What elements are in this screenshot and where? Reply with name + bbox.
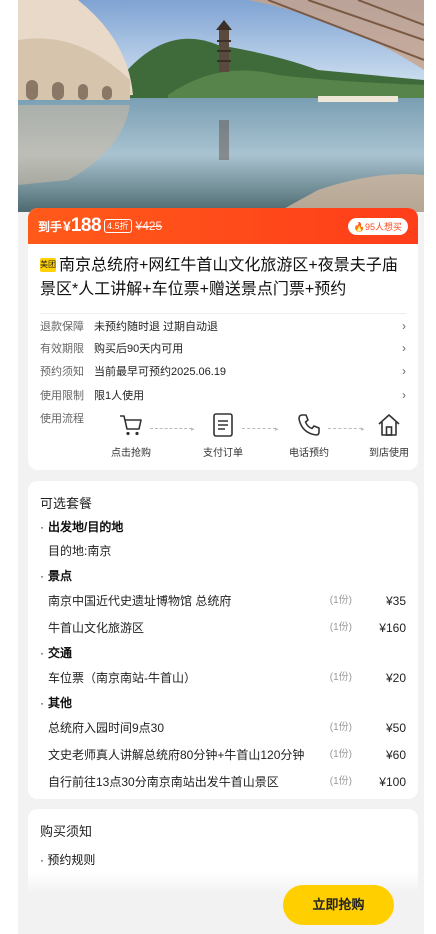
notice-title: 购买须知 [40,824,93,839]
order-icon [213,413,233,437]
group-name: 其他 [48,696,73,710]
meituan-tag: 美团 [40,258,56,272]
chevron-right-icon: › [402,388,406,402]
product-title: 南京总统府+网红牛首山文化旅游区+夜景夫子庙景区*人工讲解+车位票+赠送景点门票… [40,257,398,298]
divider [40,313,406,314]
item-price: ¥160 [379,621,406,635]
package-card: 可选套餐 · 出发地/目的地 目的地:南京 · 景点 南京中国近代史遗址博物馆 总统… [28,481,418,799]
package-item: 总统府入园时间9点30 (1份) ¥50 [48,720,408,736]
flow-step-pay: 支付订单 [198,412,248,459]
info-key: 有效期限 [40,343,84,355]
flow-step-call: 电话预约 [284,412,334,459]
info-value: 当前最早可预约2025.06.19 [94,366,227,378]
item-qty: (1份) [329,672,352,683]
item-name: 南京中国近代史遗址博物馆 总统府 [48,594,232,608]
info-row-validity[interactable]: 有效期限 购买后90天内可用 › [40,340,406,356]
flow-step-buy: 点击抢购 [106,412,156,459]
item-price: ¥100 [379,775,406,789]
package-item: 文史老师真人讲解总统府80分钟+牛首山120分钟 (1份) ¥60 [48,747,408,763]
flow-label-row: 使用流程 [40,410,100,426]
info-key: 预约须知 [40,366,84,378]
item-qty: (1份) [329,622,352,633]
flow-step-label: 点击抢购 [111,448,151,459]
flow-step-label: 到店使用 [369,448,409,459]
package-item: 自行前往13点30分南京南站出发牛首山景区 (1份) ¥100 [48,774,408,790]
item-name: 车位票（南京南站-牛首山） [48,671,196,685]
phone-icon [298,414,320,436]
info-row-booking[interactable]: 预约须知 当前最早可预约2025.06.19 › [40,363,406,379]
flow-connector [150,428,192,429]
arrow-right-icon: ▸ [275,426,279,433]
flow-step-label: 电话预约 [289,448,329,459]
original-price: ¥425 [135,219,163,233]
item-name: 目的地:南京 [48,544,112,558]
flow-step-visit: 到店使用 [364,412,414,459]
package-group: · 出发地/目的地 [40,520,124,534]
package-item: 牛首山文化旅游区 (1份) ¥160 [48,620,408,636]
notice-subtitle: · 预约规则 [40,853,96,867]
package-group: · 景点 [40,569,73,583]
info-key: 使用限制 [40,390,84,402]
package-group: · 其他 [40,696,73,710]
item-price: ¥60 [385,748,406,762]
want-count-badge: 🔥95人想买 [347,218,408,235]
arrow-right-icon: ▸ [191,426,195,433]
home-icon [378,414,400,436]
item-price: ¥50 [385,721,406,735]
item-qty: (1份) [329,749,352,760]
product-card: 到手 ¥ 188 4.5折 ¥425 🔥95人想买 美团 南京总统府+网红牛首山文… [28,208,418,470]
price-prefix: 到手 [38,219,63,234]
item-name: 总统府入园时间9点30 [48,721,165,735]
item-qty: (1份) [329,776,352,787]
item-name: 自行前往13点30分南京南站出发牛首山景区 [48,775,279,789]
item-price: ¥35 [385,594,406,608]
cart-icon [120,415,142,436]
info-value: 购买后90天内可用 [94,343,184,355]
info-key: 退款保障 [40,321,84,333]
info-row-refund[interactable]: 退款保障 未预约随时退 过期自动退 › [40,318,406,334]
package-item: 车位票（南京南站-牛首山） (1份) ¥20 [48,670,408,686]
page: 到手 ¥ 188 4.5折 ¥425 🔥95人想买 美团 南京总统府+网红牛首山文… [18,0,424,934]
product-title-row: 美团 南京总统府+网红牛首山文化旅游区+夜景夫子庙景区*人工讲解+车位票+赠送景点… [28,244,418,304]
package-group: · 交通 [40,646,73,660]
price-value: 188 [70,215,102,236]
price-bar: 到手 ¥ 188 4.5折 ¥425 🔥95人想买 [28,208,418,244]
scenic-photo [18,0,424,212]
info-value: 未预约随时退 过期自动退 [94,321,219,333]
item-qty: (1份) [329,722,352,733]
flow-step-label: 支付订单 [203,448,243,459]
flow-connector [328,428,362,429]
chevron-right-icon: › [402,364,406,378]
item-name: 牛首山文化旅游区 [48,621,145,635]
chevron-right-icon: › [402,319,406,333]
info-value: 限1人使用 [94,390,145,402]
flow-connector [242,428,276,429]
buy-now-button[interactable]: 立即抢购 [283,885,394,925]
info-row-limit[interactable]: 使用限制 限1人使用 › [40,387,406,403]
price-currency: ¥ [63,218,71,234]
package-title: 可选套餐 [40,496,93,511]
package-item: 目的地:南京 [48,543,408,559]
flow-label: 使用流程 [40,413,84,425]
discount-badge: 4.5折 [104,219,132,233]
usage-flow: 点击抢购 ▸ 支付订单 ▸ 电话预约 ▸ 到店使用 [106,412,409,462]
item-price: ¥20 [385,671,406,685]
package-item: 南京中国近代史遗址博物馆 总统府 (1份) ¥35 [48,593,408,609]
group-name: 景点 [48,569,73,583]
item-qty: (1份) [329,595,352,606]
group-name: 出发地/目的地 [48,520,124,534]
hero-image[interactable] [18,0,424,212]
group-name: 交通 [48,646,73,660]
item-name: 文史老师真人讲解总统府80分钟+牛首山120分钟 [48,748,305,762]
notice-sub-label: 预约规则 [47,853,96,867]
chevron-right-icon: › [402,341,406,355]
